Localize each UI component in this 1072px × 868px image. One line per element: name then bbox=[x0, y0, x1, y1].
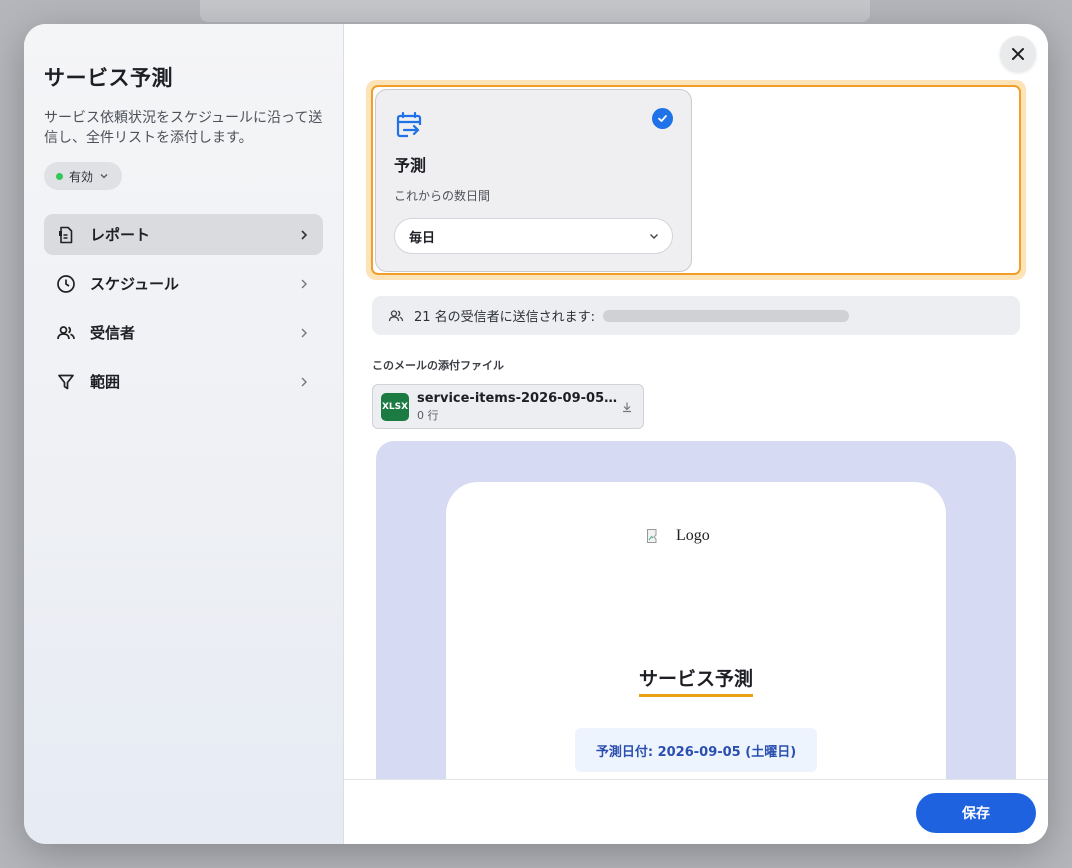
report-icon bbox=[56, 225, 76, 245]
email-preview-card: Logo サービス予測 予測日付: 2026-09-05 (土曜日) bbox=[446, 482, 946, 779]
attachment-file[interactable]: XLSX service-items-2026-09-05.xlsx 0 行 bbox=[372, 384, 644, 429]
attachment-info: service-items-2026-09-05.xlsx 0 行 bbox=[417, 391, 621, 423]
report-type-selection-frame: 予測 これからの数日間 毎日 bbox=[366, 80, 1026, 280]
sidebar-item-label: 受信者 bbox=[90, 324, 136, 342]
status-dropdown[interactable]: 有効 bbox=[44, 162, 123, 190]
service-forecast-dialog: サービス予測 サービス依頼状況をスケジュールに沿って送信し、全件リストを添付しま… bbox=[24, 24, 1048, 844]
clock-icon bbox=[56, 274, 76, 294]
sidebar-item-label: 範囲 bbox=[90, 373, 121, 391]
report-type-options: 予測 これからの数日間 毎日 bbox=[371, 85, 1021, 275]
sidebar-item-scope[interactable]: 範囲 bbox=[44, 361, 323, 402]
redacted-recipient-list bbox=[603, 309, 850, 322]
users-icon bbox=[388, 309, 404, 321]
broken-image-icon bbox=[647, 529, 657, 543]
xlsx-file-icon: XLSX bbox=[381, 392, 409, 421]
sidebar-item-label: レポート bbox=[90, 226, 151, 244]
sidebar-item-label: スケジュール bbox=[90, 275, 179, 293]
calendar-arrow-icon bbox=[396, 111, 422, 138]
users-icon bbox=[56, 323, 76, 343]
email-preview: Logo サービス予測 予測日付: 2026-09-05 (土曜日) bbox=[376, 441, 1016, 779]
attachments-heading: このメールの添付ファイル bbox=[372, 359, 504, 372]
selected-check-icon bbox=[652, 108, 673, 129]
close-button[interactable] bbox=[1000, 36, 1036, 72]
sidebar-item-report[interactable]: レポート bbox=[44, 214, 323, 255]
chevron-right-icon bbox=[301, 328, 307, 337]
report-settings-scroll[interactable]: 予測 これからの数日間 毎日 21 名の受信者に送信されます: このメールの添付… bbox=[344, 24, 1048, 779]
dialog-description: サービス依頼状況をスケジュールに沿って送信し、全件リストを添付します。 bbox=[44, 110, 323, 146]
attachment-file-name: service-items-2026-09-05.xlsx bbox=[417, 390, 621, 406]
report-option-subtitle: これからの数日間 bbox=[394, 189, 491, 203]
email-title: サービス予測 bbox=[638, 668, 753, 690]
background-toolbar bbox=[200, 0, 870, 22]
recipients-count-text: 21 名の受信者に送信されます: bbox=[414, 310, 596, 325]
chevron-right-icon bbox=[301, 279, 307, 288]
email-logo-alt-text: Logo bbox=[676, 527, 710, 544]
chevron-right-icon bbox=[301, 377, 307, 386]
frequency-select[interactable]: 毎日 bbox=[394, 218, 673, 254]
sidebar-item-recipients[interactable]: 受信者 bbox=[44, 312, 323, 353]
sidebar-item-schedule[interactable]: スケジュール bbox=[44, 263, 323, 304]
dialog-footer: 保存 bbox=[344, 779, 1048, 844]
report-option-title: 予測 bbox=[394, 156, 427, 175]
attachment-row-count: 0 行 bbox=[417, 408, 439, 422]
filter-icon bbox=[56, 372, 76, 392]
chevron-down-icon bbox=[650, 234, 658, 239]
frequency-value: 毎日 bbox=[409, 230, 436, 246]
download-icon[interactable] bbox=[621, 401, 633, 413]
report-option-forecast[interactable]: 予測 これからの数日間 毎日 bbox=[375, 89, 692, 272]
chevron-down-icon bbox=[100, 174, 108, 179]
save-button[interactable]: 保存 bbox=[916, 793, 1036, 833]
email-forecast-date: 予測日付: 2026-09-05 (土曜日) bbox=[575, 728, 817, 772]
status-dot-icon bbox=[56, 172, 63, 180]
chevron-right-icon bbox=[301, 229, 308, 240]
dialog-sidebar: サービス予測 サービス依頼状況をスケジュールに沿って送信し、全件リストを添付しま… bbox=[24, 24, 344, 844]
dialog-title: サービス予測 bbox=[44, 66, 173, 90]
close-icon bbox=[1012, 48, 1024, 60]
email-title-underline bbox=[639, 694, 753, 697]
recipients-summary: 21 名の受信者に送信されます: bbox=[372, 296, 1020, 335]
email-logo: Logo bbox=[646, 527, 710, 545]
dialog-main: 予測 これからの数日間 毎日 21 名の受信者に送信されます: このメールの添付… bbox=[344, 24, 1048, 844]
sidebar-nav: レポート スケジュール 受信者 範囲 bbox=[44, 214, 323, 402]
status-label: 有効 bbox=[69, 169, 94, 184]
